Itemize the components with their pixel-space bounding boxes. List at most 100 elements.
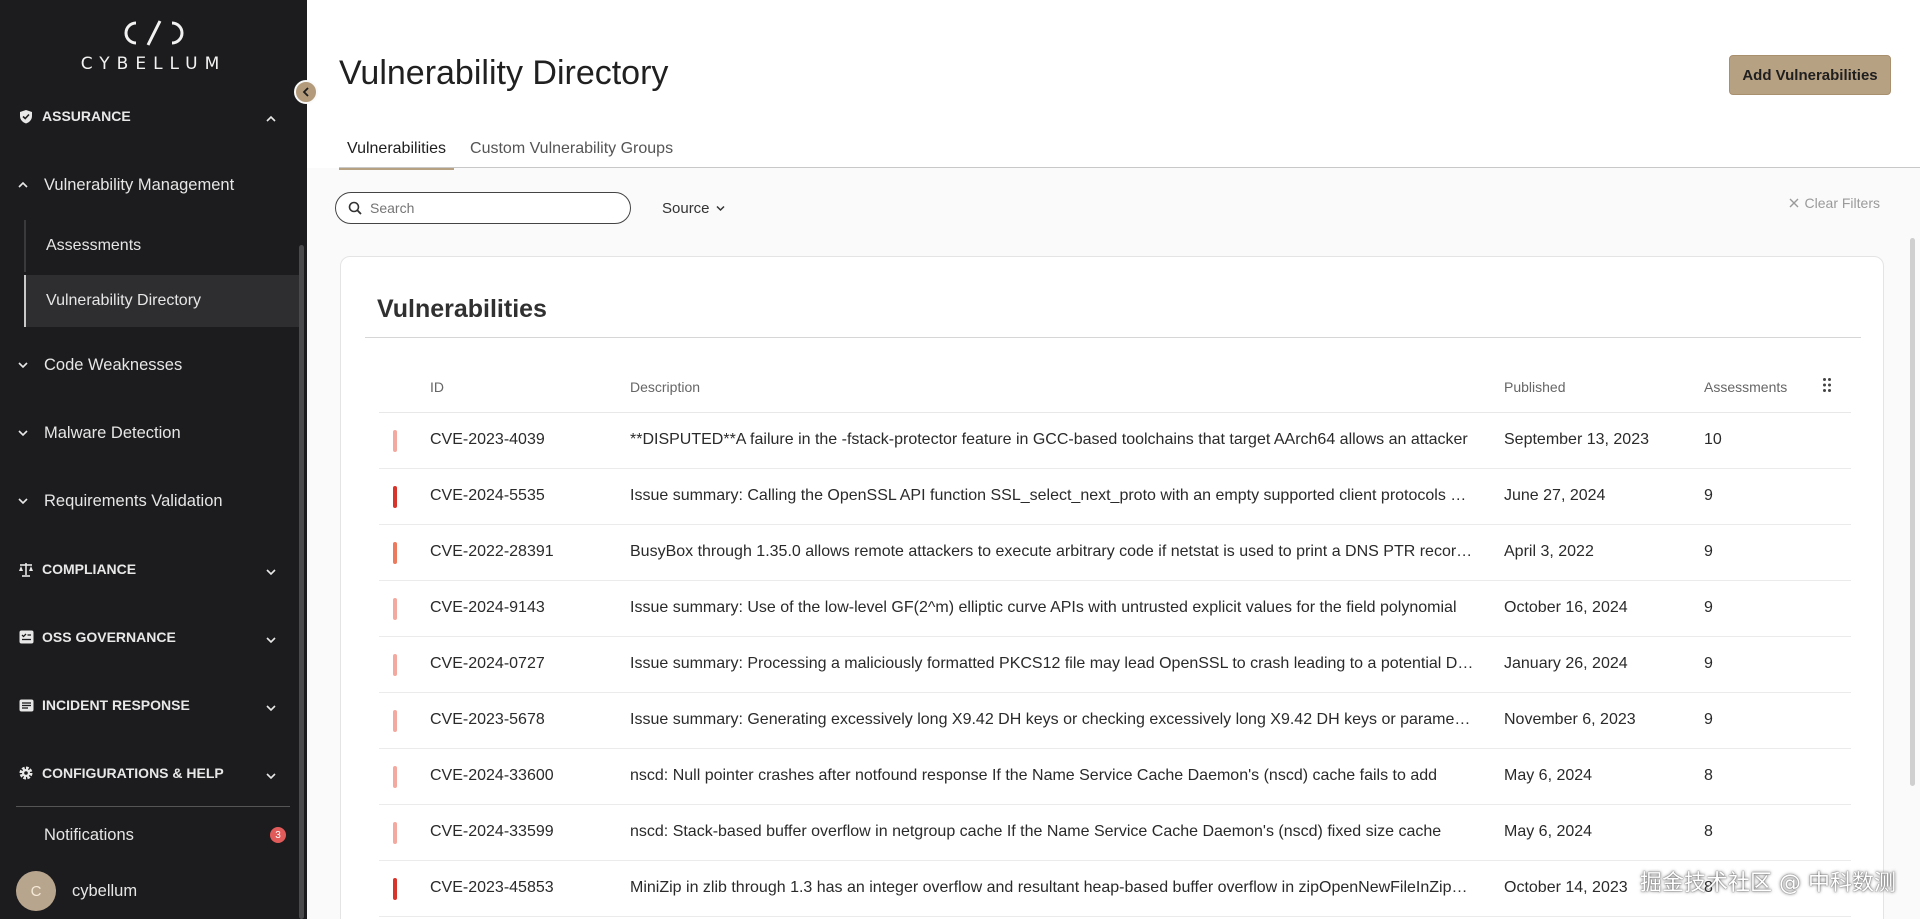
sidebar-item-label: Notifications: [44, 825, 134, 844]
sidebar-section-label: INCIDENT RESPONSE: [42, 697, 190, 713]
sidebar-item-label: Malware Detection: [44, 423, 181, 442]
table-row[interactable]: CVE-2024-33600 nscd: Null pointer crashes…: [379, 749, 1851, 805]
cell-assessments: 9: [1704, 487, 1713, 504]
avatar: C: [16, 871, 56, 911]
notification-count-badge: 3: [270, 827, 286, 843]
cell-description: Issue summary: Generating excessively lo…: [630, 711, 1474, 728]
sidebar-section-oss-governance[interactable]: OSS GOVERNANCE: [0, 617, 300, 657]
main-content: Vulnerability Directory Add Vulnerabilit…: [307, 0, 1920, 919]
cell-id[interactable]: CVE-2024-9143: [430, 599, 610, 617]
chevron-down-icon: [18, 429, 28, 437]
chevron-down-icon: [266, 767, 276, 783]
sidebar-item-code-weaknesses[interactable]: Code Weaknesses: [0, 340, 300, 390]
cell-assessments: 9: [1704, 543, 1713, 560]
cell-published: September 13, 2023: [1504, 431, 1649, 448]
search-box[interactable]: [335, 192, 631, 224]
clear-filters-button[interactable]: Clear Filters: [1789, 195, 1880, 211]
tab-bar: Vulnerabilities Custom Vulnerability Gro…: [339, 140, 689, 170]
vulnerabilities-card: Vulnerabilities ID Description Published…: [340, 256, 1884, 919]
cell-id[interactable]: CVE-2024-0727: [430, 655, 610, 673]
cell-id[interactable]: CVE-2023-4039: [430, 431, 610, 449]
chevron-down-icon: [266, 563, 276, 579]
cell-published: October 16, 2024: [1504, 599, 1628, 616]
sidebar-item-assessments[interactable]: Assessments: [24, 220, 300, 272]
sidebar-item-malware-detection[interactable]: Malware Detection: [0, 408, 300, 458]
column-header-published[interactable]: Published: [1504, 379, 1566, 395]
sidebar-item-label: Vulnerability Directory: [46, 292, 202, 309]
column-header-assessments[interactable]: Assessments: [1704, 379, 1787, 395]
checklist-icon: [18, 629, 34, 645]
table-row[interactable]: CVE-2023-45853 MiniZip in zlib through 1.…: [379, 861, 1851, 917]
cell-description: nscd: Stack-based buffer overflow in net…: [630, 823, 1442, 840]
sidebar-user-profile[interactable]: C cybellum: [0, 866, 300, 916]
table-row[interactable]: CVE-2022-28391 BusyBox through 1.35.0 all…: [379, 525, 1851, 581]
table-body: CVE-2023-4039 **DISPUTED**A failure in th…: [379, 413, 1851, 917]
column-header-description[interactable]: Description: [630, 379, 700, 395]
cell-description: Issue summary: Processing a maliciously …: [630, 655, 1474, 672]
column-settings-grip-icon[interactable]: [1822, 377, 1832, 398]
table-header: ID Description Published Assessments: [379, 359, 1851, 413]
table-row[interactable]: CVE-2023-4039 **DISPUTED**A failure in th…: [379, 413, 1851, 469]
severity-indicator: [393, 878, 397, 900]
cell-id[interactable]: CVE-2024-5535: [430, 487, 610, 505]
brand-logo[interactable]: CYBELLUM: [0, 18, 307, 74]
table-row[interactable]: CVE-2024-33599 nscd: Stack-based buffer o…: [379, 805, 1851, 861]
search-input[interactable]: [370, 200, 610, 216]
chevron-down-icon: [266, 631, 276, 647]
cell-description: BusyBox through 1.35.0 allows remote att…: [630, 543, 1474, 560]
collapse-sidebar-button[interactable]: [294, 80, 318, 104]
cell-published: May 6, 2024: [1504, 823, 1593, 840]
table-row[interactable]: CVE-2024-5535 Issue summary: Calling the …: [379, 469, 1851, 525]
cell-description: Issue summary: Use of the low-level GF(2…: [630, 599, 1457, 616]
sidebar-section-incident-response[interactable]: INCIDENT RESPONSE: [0, 685, 300, 725]
cybellum-logo-icon: [124, 20, 183, 46]
severity-indicator: [393, 542, 397, 564]
card-divider: [365, 337, 1861, 338]
column-header-id[interactable]: ID: [430, 379, 444, 395]
sidebar-section-compliance[interactable]: COMPLIANCE: [0, 549, 300, 589]
sidebar-item-notifications[interactable]: Notifications 3: [0, 810, 300, 860]
severity-indicator: [393, 486, 397, 508]
sidebar-item-label: Code Weaknesses: [44, 355, 183, 374]
severity-indicator: [393, 598, 397, 620]
source-filter-dropdown[interactable]: Source: [662, 194, 725, 222]
cell-description: nscd: Null pointer crashes after notfoun…: [630, 767, 1438, 784]
sidebar-section-label: OSS GOVERNANCE: [42, 629, 176, 645]
main-scrollbar[interactable]: [1910, 238, 1915, 786]
severity-indicator: [393, 766, 397, 788]
sidebar-section-assurance[interactable]: ASSURANCE: [0, 96, 300, 136]
report-icon: [18, 697, 34, 713]
cell-id[interactable]: CVE-2024-33600: [430, 767, 610, 785]
brand-name: CYBELLUM: [80, 54, 227, 74]
cell-id[interactable]: CVE-2023-45853: [430, 879, 610, 897]
sidebar-section-configurations-help[interactable]: CONFIGURATIONS & HELP: [0, 753, 300, 793]
sidebar-scrollbar[interactable]: [299, 245, 304, 919]
severity-indicator: [393, 430, 397, 452]
cell-assessments: 10: [1704, 431, 1722, 448]
table-row[interactable]: CVE-2024-9143 Issue summary: Use of the l…: [379, 581, 1851, 637]
chevron-down-icon: [18, 361, 28, 369]
watermark-text: 掘金技术社区 @ 中科数测: [1640, 871, 1896, 896]
table-row[interactable]: CVE-2023-5678 Issue summary: Generating e…: [379, 693, 1851, 749]
cell-assessments: 8: [1704, 823, 1713, 840]
tab-custom-vulnerability-groups[interactable]: Custom Vulnerability Groups: [462, 140, 681, 168]
sidebar-item-vulnerability-management[interactable]: Vulnerability Management: [0, 160, 300, 210]
cell-id[interactable]: CVE-2024-33599: [430, 823, 610, 841]
table-row[interactable]: CVE-2024-0727 Issue summary: Processing a…: [379, 637, 1851, 693]
scale-icon: [18, 561, 34, 577]
tab-vulnerabilities[interactable]: Vulnerabilities: [339, 140, 455, 170]
source-filter-label: Source: [662, 199, 710, 217]
cell-id[interactable]: CVE-2023-5678: [430, 711, 610, 729]
cell-id[interactable]: CVE-2022-28391: [430, 543, 610, 561]
cell-description: MiniZip in zlib through 1.3 has an integ…: [630, 879, 1474, 896]
sidebar-item-vulnerability-directory[interactable]: Vulnerability Directory: [24, 275, 300, 327]
add-vulnerabilities-button[interactable]: Add Vulnerabilities: [1729, 55, 1891, 95]
tab-divider: [339, 167, 1920, 168]
cell-published: June 27, 2024: [1504, 487, 1606, 504]
sidebar-item-requirements-validation[interactable]: Requirements Validation: [0, 476, 300, 526]
close-icon: [1789, 198, 1799, 208]
search-icon: [348, 201, 362, 215]
sidebar-item-label: Requirements Validation: [44, 491, 223, 510]
page-title: Vulnerability Directory: [339, 54, 669, 92]
cell-published: January 26, 2024: [1504, 655, 1628, 672]
